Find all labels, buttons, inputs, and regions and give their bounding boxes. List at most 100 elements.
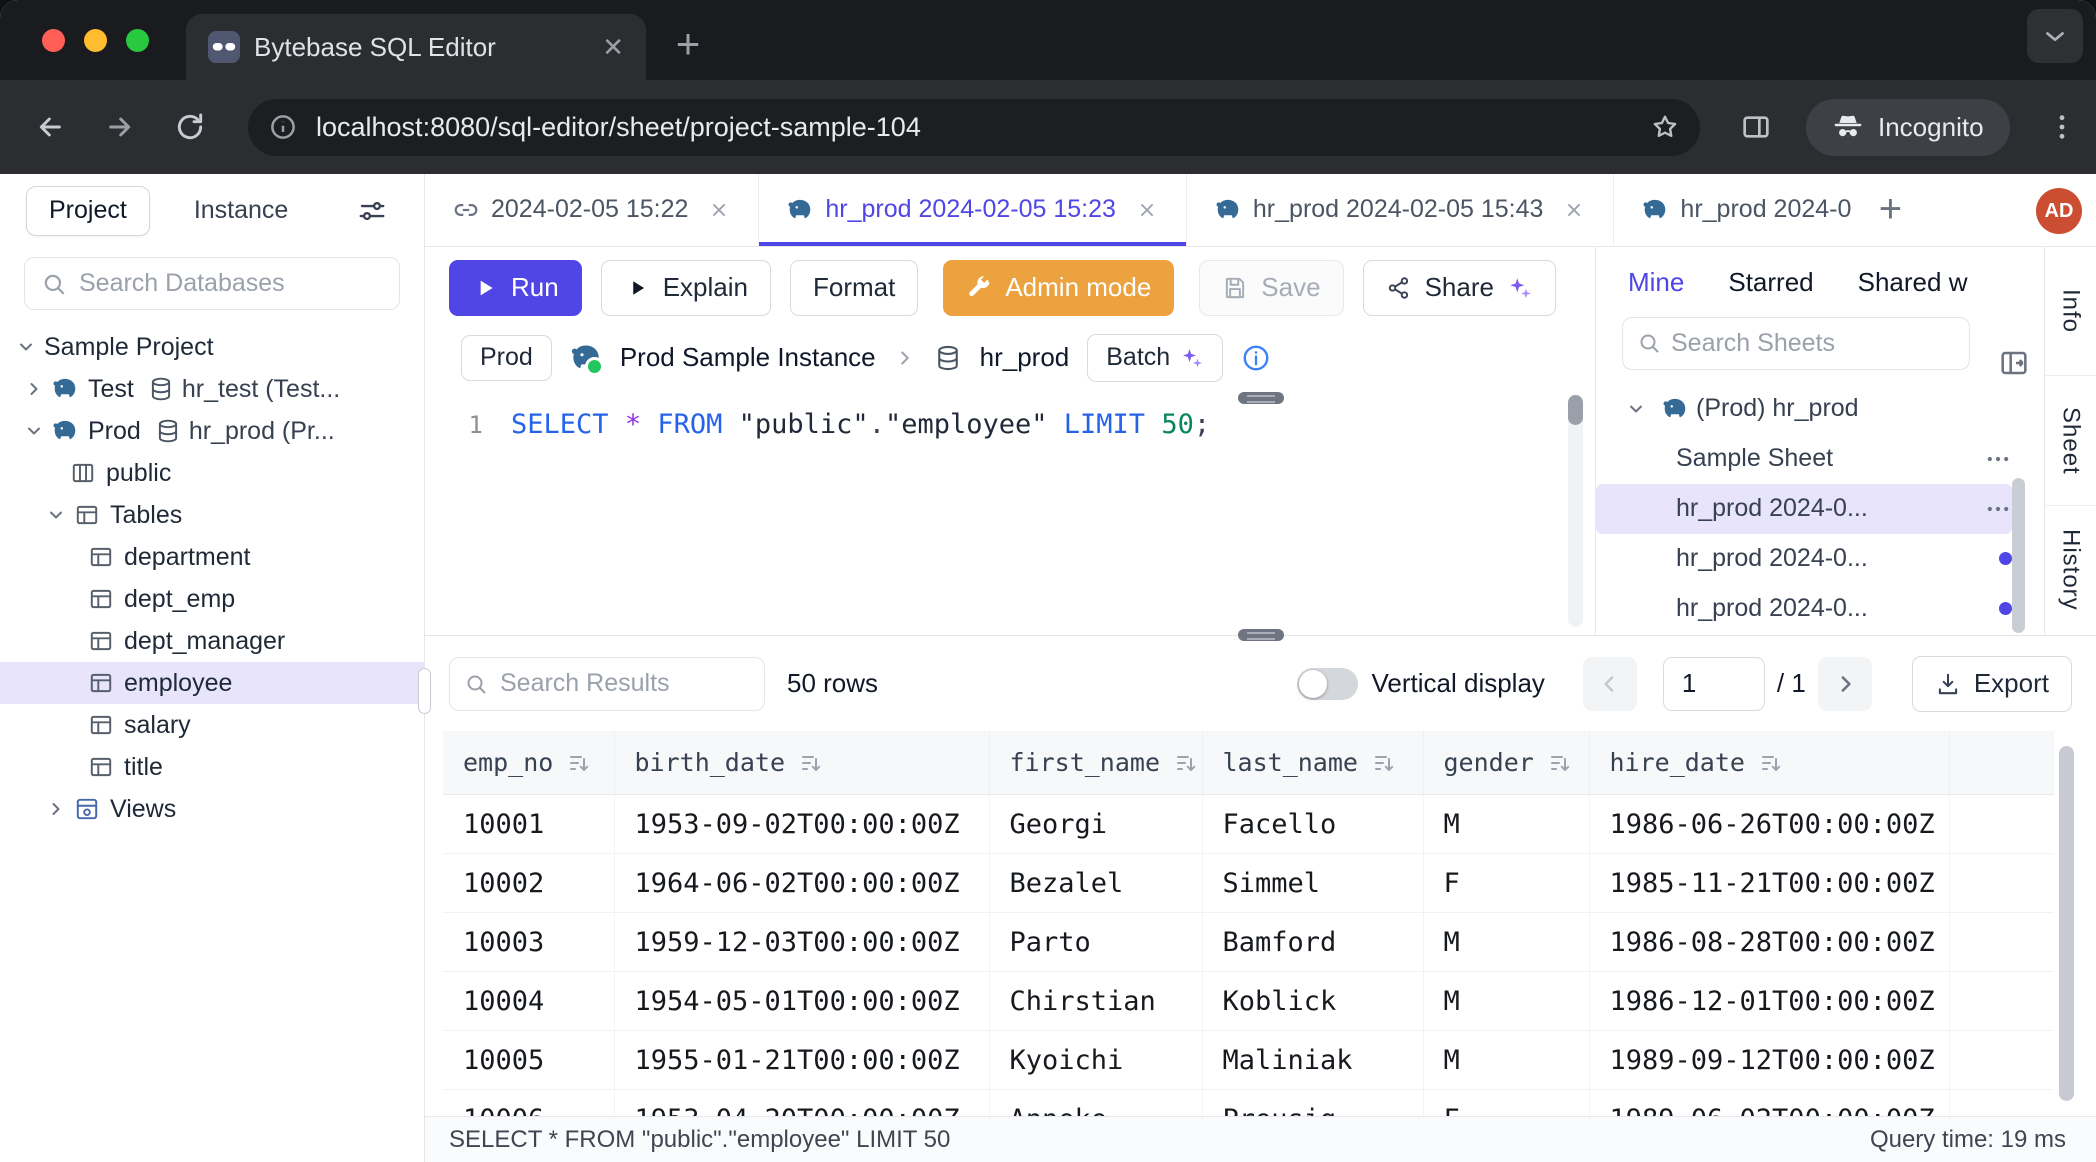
table-cell[interactable]: Simmel bbox=[1202, 854, 1423, 913]
sheet-item-menu-icon[interactable] bbox=[1984, 445, 2012, 473]
save-button[interactable]: Save bbox=[1199, 260, 1343, 316]
sheet-item[interactable]: hr_prod 2024-0... bbox=[1596, 584, 2012, 634]
sheet-tab-shared-w[interactable]: Shared w bbox=[1858, 267, 1968, 298]
sheet-panel-scrollbar[interactable] bbox=[2012, 478, 2025, 633]
table-cell[interactable]: Kyoichi bbox=[989, 1031, 1202, 1090]
results-search-input[interactable] bbox=[500, 669, 750, 698]
close-window-button[interactable] bbox=[42, 29, 65, 52]
table-cell[interactable]: 1964-06-02T00:00:00Z bbox=[614, 854, 989, 913]
chevron-right-icon[interactable] bbox=[46, 799, 66, 819]
collapse-panel-icon[interactable] bbox=[1998, 347, 2030, 379]
side-tab-sheet[interactable]: Sheet bbox=[2045, 376, 2096, 506]
instance-toggle-label[interactable]: Instance bbox=[194, 196, 289, 225]
tree-item-dept-manager[interactable]: dept_manager bbox=[0, 620, 424, 662]
sheet-tab-starred[interactable]: Starred bbox=[1728, 267, 1813, 298]
close-tab-icon[interactable]: ✕ bbox=[602, 34, 624, 60]
chevron-down-icon[interactable] bbox=[16, 337, 36, 357]
export-button[interactable]: Export bbox=[1912, 656, 2072, 712]
editor-scrollbar-thumb[interactable] bbox=[1568, 395, 1583, 425]
editor-tab[interactable]: hr_prod 2024-0 bbox=[1614, 174, 1860, 246]
project-toggle-button[interactable]: Project bbox=[26, 186, 150, 236]
share-button[interactable]: Share bbox=[1363, 260, 1556, 316]
url-text[interactable]: localhost:8080/sql-editor/sheet/project-… bbox=[316, 112, 1650, 143]
sheet-tab-mine[interactable]: Mine bbox=[1628, 267, 1684, 298]
table-cell[interactable]: Koblick bbox=[1202, 972, 1423, 1031]
user-avatar[interactable]: AD bbox=[2036, 188, 2082, 234]
close-tab-icon[interactable] bbox=[708, 199, 730, 221]
database-search-input[interactable] bbox=[79, 269, 383, 298]
format-button[interactable]: Format bbox=[790, 260, 918, 316]
next-page-button[interactable] bbox=[1818, 657, 1872, 711]
column-header-hire_date[interactable]: hire_date bbox=[1589, 731, 1949, 795]
vertical-display-toggle[interactable] bbox=[1297, 668, 1358, 700]
tree-settings-button[interactable] bbox=[346, 185, 398, 237]
side-tab-info[interactable]: Info bbox=[2045, 247, 2096, 377]
tree-item-views[interactable]: Views bbox=[0, 788, 424, 830]
column-header-last_name[interactable]: last_name bbox=[1202, 731, 1423, 795]
table-cell[interactable]: F bbox=[1423, 854, 1589, 913]
tree-item-public[interactable]: public bbox=[0, 452, 424, 494]
sheet-item[interactable]: hr_prod 2024-0... bbox=[1596, 484, 2012, 534]
table-cell[interactable]: 1986-12-01T00:00:00Z bbox=[1589, 972, 1949, 1031]
results-scrollbar[interactable] bbox=[2059, 746, 2074, 1101]
explain-button[interactable]: Explain bbox=[601, 260, 771, 316]
maximize-window-button[interactable] bbox=[126, 29, 149, 52]
table-cell[interactable]: 1986-06-26T00:00:00Z bbox=[1589, 795, 1949, 854]
sort-icon[interactable] bbox=[1548, 751, 1572, 775]
sort-icon[interactable] bbox=[1174, 751, 1198, 775]
sheet-item[interactable]: hr_prod 2024-0... bbox=[1596, 534, 2012, 584]
table-cell[interactable]: 10001 bbox=[443, 795, 614, 854]
column-header-gender[interactable]: gender bbox=[1423, 731, 1589, 795]
table-cell[interactable]: 10005 bbox=[443, 1031, 614, 1090]
table-cell[interactable]: 1985-11-21T00:00:00Z bbox=[1589, 854, 1949, 913]
table-cell[interactable]: Preusig bbox=[1202, 1090, 1423, 1117]
editor-resize-handle[interactable] bbox=[1238, 392, 1284, 404]
table-cell[interactable]: Bezalel bbox=[989, 854, 1202, 913]
table-cell[interactable]: 1953-04-20T00:00:00Z bbox=[614, 1090, 989, 1117]
sheet-item[interactable]: Sample Sheet bbox=[1596, 434, 2012, 484]
sort-icon[interactable] bbox=[799, 751, 823, 775]
side-panel-button[interactable] bbox=[1730, 101, 1782, 153]
tree-item-tables[interactable]: Tables bbox=[0, 494, 424, 536]
database-name[interactable]: hr_prod bbox=[980, 342, 1070, 373]
chevron-down-icon[interactable] bbox=[24, 421, 44, 441]
close-tab-icon[interactable] bbox=[1563, 199, 1585, 221]
column-header-first_name[interactable]: first_name bbox=[989, 731, 1202, 795]
sheet-search-input[interactable] bbox=[1671, 329, 1955, 358]
sql-editor[interactable]: 1 SELECT * FROM "public"."employee" LIMI… bbox=[425, 406, 1595, 444]
info-icon[interactable] bbox=[1241, 343, 1271, 373]
table-cell[interactable]: Bamford bbox=[1202, 913, 1423, 972]
previous-page-button[interactable] bbox=[1583, 657, 1637, 711]
table-cell[interactable]: 1954-05-01T00:00:00Z bbox=[614, 972, 989, 1031]
table-cell[interactable]: M bbox=[1423, 795, 1589, 854]
sheet-item-menu-icon[interactable] bbox=[1984, 495, 2012, 523]
new-sheet-tab-button[interactable]: + bbox=[1860, 174, 1920, 246]
table-cell[interactable]: 1959-12-03T00:00:00Z bbox=[614, 913, 989, 972]
table-cell[interactable]: 10006 bbox=[443, 1090, 614, 1117]
table-cell[interactable]: 1953-09-02T00:00:00Z bbox=[614, 795, 989, 854]
editor-tab[interactable]: hr_prod 2024-02-05 15:23 bbox=[759, 174, 1187, 246]
table-cell[interactable]: Chirstian bbox=[989, 972, 1202, 1031]
instance-name[interactable]: Prod Sample Instance bbox=[620, 342, 876, 373]
forward-button[interactable] bbox=[94, 101, 146, 153]
table-cell[interactable]: 1986-08-28T00:00:00Z bbox=[1589, 913, 1949, 972]
tree-item-department[interactable]: department bbox=[0, 536, 424, 578]
browser-tab[interactable]: Bytebase SQL Editor ✕ bbox=[186, 14, 646, 80]
results-resize-handle[interactable] bbox=[1238, 629, 1284, 641]
table-cell[interactable]: Maliniak bbox=[1202, 1031, 1423, 1090]
table-cell[interactable]: M bbox=[1423, 913, 1589, 972]
tree-item-test[interactable]: Testhr_test (Test... bbox=[0, 368, 424, 410]
table-cell[interactable]: Parto bbox=[989, 913, 1202, 972]
tree-item-dept-emp[interactable]: dept_emp bbox=[0, 578, 424, 620]
admin-mode-button[interactable]: Admin mode bbox=[943, 260, 1174, 316]
close-tab-icon[interactable] bbox=[1136, 199, 1158, 221]
browser-menu-button[interactable] bbox=[2036, 101, 2088, 153]
tree-item-sample-project[interactable]: Sample Project bbox=[0, 326, 424, 368]
sort-icon[interactable] bbox=[567, 751, 591, 775]
table-cell[interactable]: M bbox=[1423, 972, 1589, 1031]
minimize-window-button[interactable] bbox=[84, 29, 107, 52]
page-number-input[interactable] bbox=[1663, 657, 1765, 711]
sheet-group[interactable]: (Prod) hr_prod bbox=[1596, 384, 2012, 434]
sidebar-resize-handle[interactable] bbox=[418, 668, 431, 714]
chevron-right-icon[interactable] bbox=[24, 379, 44, 399]
